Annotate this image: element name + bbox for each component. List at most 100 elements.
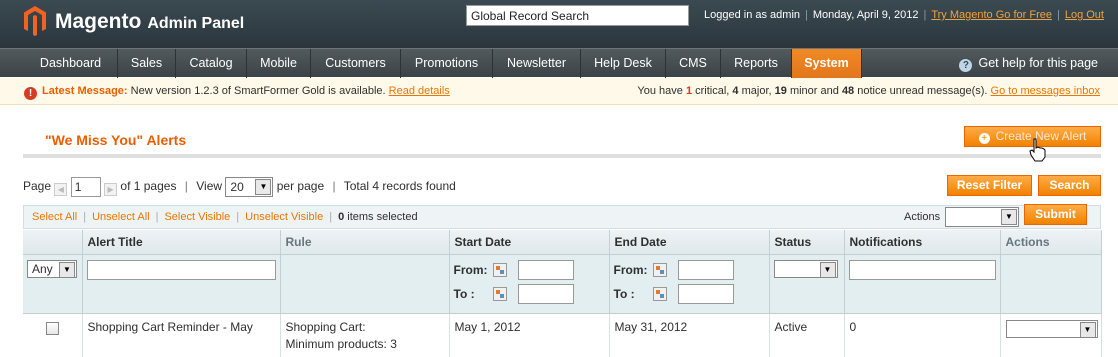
- status-filter-select[interactable]: ▼: [773, 259, 838, 278]
- next-page-icon[interactable]: ▶: [104, 183, 118, 196]
- selected-label: items selected: [347, 211, 418, 223]
- start-to-label: To :: [453, 286, 475, 301]
- grid-header-row: Alert Title Rule Start Date End Date Sta…: [23, 230, 1102, 255]
- message-summary: You have 1 critical, 4 major, 19 minor a…: [637, 78, 1100, 105]
- read-details-link[interactable]: Read details: [389, 85, 450, 97]
- nav-reports[interactable]: Reports: [721, 49, 792, 78]
- nav-mobile[interactable]: Mobile: [247, 49, 311, 78]
- chevron-down-icon: ▼: [59, 261, 75, 278]
- filter-select-cell: Any ▼: [23, 254, 83, 314]
- filter-status-cell: ▼: [769, 254, 845, 314]
- help-link[interactable]: ? Get help for this page: [959, 49, 1098, 78]
- alert-title-cell: Shopping Cart Reminder - May: [82, 313, 281, 357]
- column-header-rule: Rule: [280, 230, 450, 255]
- global-search-input[interactable]: [466, 5, 689, 26]
- row-action-select[interactable]: ▼: [1005, 319, 1098, 338]
- per-page-select[interactable]: 20 ▼: [225, 176, 274, 197]
- end-from-label: From:: [613, 262, 648, 277]
- column-header-alert-title[interactable]: Alert Title: [82, 230, 281, 255]
- any-filter-select[interactable]: Any ▼: [27, 259, 77, 278]
- actions-label: Actions: [904, 211, 941, 223]
- alert-title-filter-input[interactable]: [86, 259, 276, 280]
- page-title: "We Miss You" Alerts: [45, 132, 187, 148]
- minor-count: 19: [774, 85, 787, 97]
- major-count: 4: [732, 85, 739, 97]
- end-date-to-input[interactable]: [677, 283, 734, 304]
- column-header-start-date[interactable]: Start Date: [449, 230, 610, 255]
- prev-page-icon[interactable]: ◀: [54, 183, 68, 196]
- column-header-status[interactable]: Status: [769, 230, 845, 255]
- nav-cms[interactable]: CMS: [666, 49, 721, 78]
- nav-system[interactable]: System: [792, 49, 862, 78]
- unselect-visible-link[interactable]: Unselect Visible: [245, 211, 323, 223]
- any-filter-value: Any: [32, 261, 53, 276]
- filter-rule-cell: [280, 254, 450, 314]
- plus-icon: +: [978, 133, 990, 144]
- select-visible-link[interactable]: Select Visible: [164, 211, 230, 223]
- latest-message-label: Latest Message:: [42, 85, 128, 97]
- brand-title[interactable]: Magento Admin Panel: [55, 10, 244, 34]
- page-number-input[interactable]: 1: [70, 176, 101, 197]
- notice-label: notice unread message(s).: [857, 85, 988, 97]
- calendar-icon[interactable]: [492, 286, 507, 301]
- main-navigation: Dashboard Sales Catalog Mobile Customers…: [0, 48, 1118, 78]
- submit-button[interactable]: Submit: [1024, 204, 1087, 225]
- start-date-to-input[interactable]: [517, 283, 574, 304]
- nav-newsletter[interactable]: Newsletter: [493, 49, 581, 78]
- minor-label: minor and: [789, 85, 839, 97]
- total-records-text: Total 4 records found: [343, 179, 456, 193]
- column-header-end-date[interactable]: End Date: [609, 230, 770, 255]
- nav-promotions[interactable]: Promotions: [401, 49, 493, 78]
- chevron-down-icon: ▼: [1079, 321, 1096, 338]
- of-pages-text: of 1 pages: [120, 179, 177, 193]
- filter-title-cell: [82, 254, 281, 314]
- nav-dashboard[interactable]: Dashboard: [24, 49, 118, 78]
- summary-prefix: You have: [637, 85, 683, 97]
- start-from-label: From:: [453, 262, 488, 277]
- column-header-select: [23, 230, 83, 255]
- unselect-all-link[interactable]: Unselect All: [92, 211, 149, 223]
- end-to-label: To :: [613, 286, 635, 301]
- notifications-filter-input[interactable]: [848, 259, 996, 280]
- logout-link[interactable]: Log Out: [1065, 9, 1104, 21]
- calendar-icon[interactable]: [492, 262, 507, 277]
- brand-subtitle: Admin Panel: [147, 15, 245, 32]
- per-page-value: 20: [230, 179, 244, 194]
- filter-end-date-cell: From: To :: [609, 254, 770, 314]
- latest-message-text: New version 1.2.3 of SmartFormer Gold is…: [130, 85, 386, 97]
- end-date-cell: May 31, 2012: [609, 313, 770, 357]
- reset-filter-button[interactable]: Reset Filter: [947, 175, 1032, 196]
- end-date-from-input[interactable]: [677, 259, 734, 280]
- critical-label: critical,: [695, 85, 730, 97]
- major-label: major,: [741, 85, 772, 97]
- notice-count: 48: [841, 85, 855, 97]
- nav-customers[interactable]: Customers: [311, 49, 401, 78]
- calendar-icon[interactable]: [652, 286, 667, 301]
- table-row[interactable]: Shopping Cart Reminder - May Shopping Ca…: [23, 313, 1102, 357]
- select-all-link[interactable]: Select All: [32, 211, 77, 223]
- column-header-actions: Actions: [1000, 230, 1102, 255]
- notifications-cell: 0: [844, 313, 1001, 357]
- brand-name: Magento: [55, 10, 142, 33]
- start-date-from-input[interactable]: [517, 259, 574, 280]
- try-magento-go-link[interactable]: Try Magento Go for Free: [931, 9, 1052, 21]
- status-cell: Active: [769, 313, 845, 357]
- column-header-notifications[interactable]: Notifications: [844, 230, 1001, 255]
- chevron-down-icon: ▼: [255, 178, 272, 195]
- nav-help-desk[interactable]: Help Desk: [581, 49, 666, 78]
- calendar-icon[interactable]: [652, 262, 667, 277]
- per-page-label: per page: [276, 179, 325, 193]
- nav-catalog[interactable]: Catalog: [176, 49, 247, 78]
- logged-in-text: Logged in as admin: [704, 9, 801, 21]
- search-button[interactable]: Search: [1038, 175, 1101, 196]
- row-select-cell: [23, 313, 83, 357]
- magento-logo-icon: [24, 6, 46, 36]
- filter-actions-cell: [1000, 254, 1102, 314]
- header-user-links: Logged in as admin | Monday, April 9, 2012…: [704, 9, 1104, 21]
- rule-cell: Shopping Cart: Minimum products: 3: [280, 313, 450, 357]
- page-label: Page: [23, 179, 52, 193]
- mass-actions-select[interactable]: ▼: [945, 207, 1019, 227]
- messages-inbox-link[interactable]: Go to messages inbox: [991, 85, 1100, 97]
- row-checkbox[interactable]: [45, 321, 59, 335]
- nav-sales[interactable]: Sales: [118, 49, 176, 78]
